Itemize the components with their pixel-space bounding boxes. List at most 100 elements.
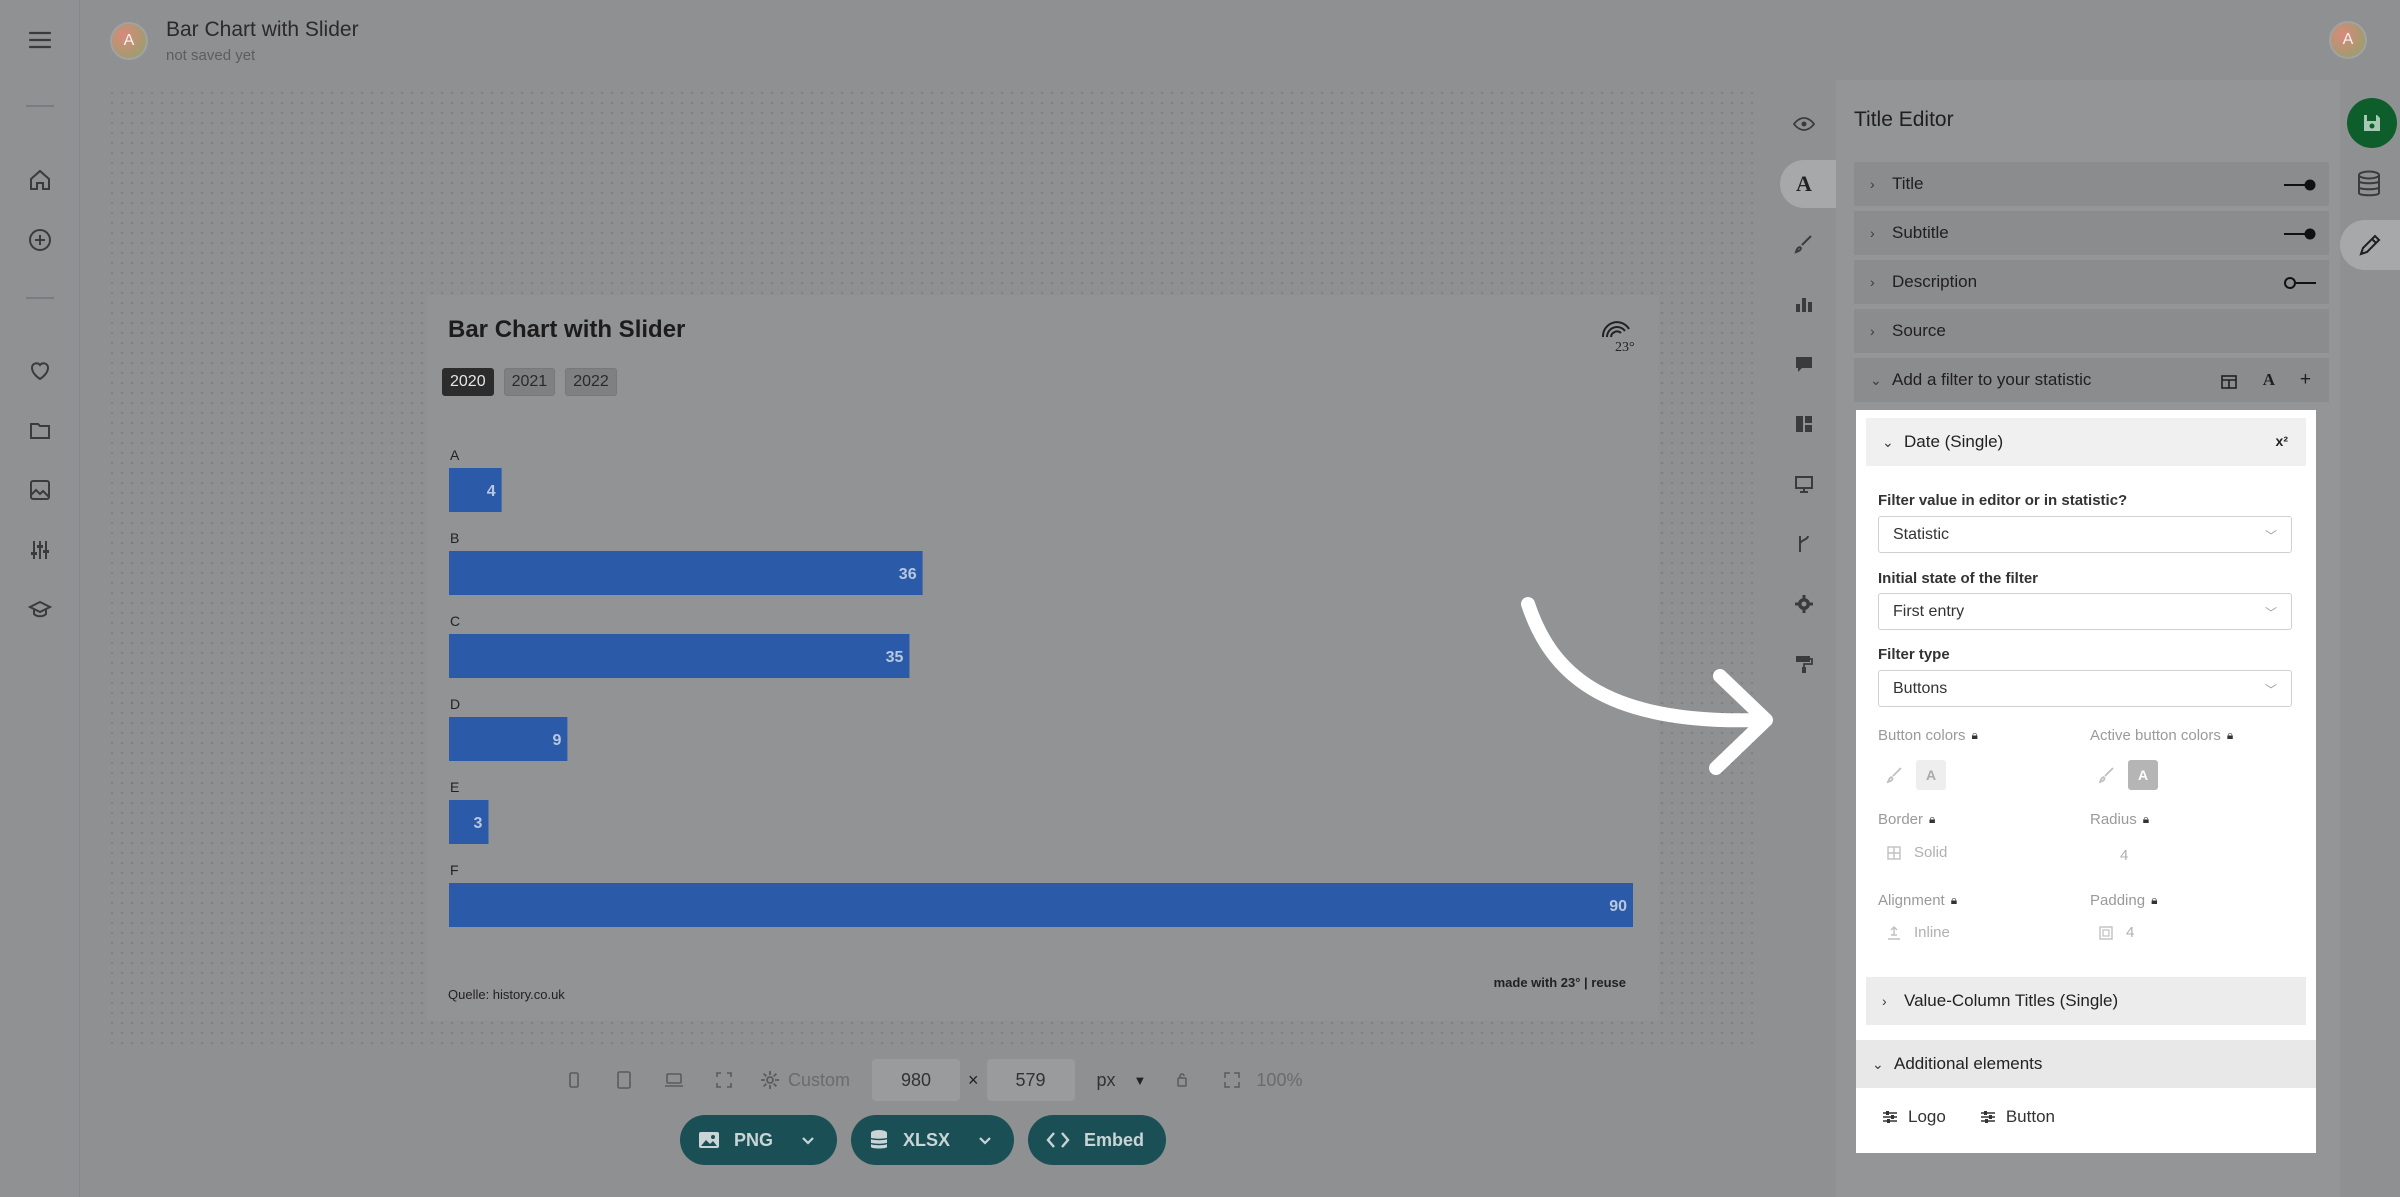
year-button-2022[interactable]: 2022 xyxy=(565,368,617,396)
radius-value[interactable]: 4 xyxy=(2120,847,2128,864)
eye-icon[interactable] xyxy=(1780,100,1828,148)
brush-icon[interactable] xyxy=(1780,220,1828,268)
additional-elements-section[interactable]: ⌄ Additional elements xyxy=(1856,1040,2316,1088)
text-editor-icon[interactable]: A xyxy=(1780,160,1836,208)
embed-button[interactable]: Embed xyxy=(1028,1115,1167,1165)
fit-zoom-icon[interactable] xyxy=(1218,1066,1246,1094)
subtitle-toggle[interactable] xyxy=(2283,228,2317,240)
laptop-icon[interactable] xyxy=(660,1066,688,1094)
close-filter-icon[interactable]: x² xyxy=(2276,433,2288,449)
home-icon[interactable] xyxy=(22,162,58,198)
border-label: Border 🔒︎ xyxy=(1878,811,1935,828)
bar[interactable] xyxy=(449,634,910,678)
button-colors-label: Button colors 🔒︎ xyxy=(1878,727,1978,744)
chevron-right-icon: › xyxy=(1870,274,1875,290)
comment-icon[interactable] xyxy=(1780,340,1828,388)
filter-layout-icon[interactable] xyxy=(2221,374,2237,390)
alignment-text: Alignment xyxy=(1878,892,1945,909)
category-label: D xyxy=(450,696,460,712)
add-icon[interactable] xyxy=(22,222,58,258)
alignment-control[interactable]: Inline xyxy=(1886,924,1950,941)
presentation-icon[interactable] xyxy=(1780,460,1828,508)
filter-location-select[interactable]: Statistic ﹀ xyxy=(1878,516,2292,553)
chevron-down-icon[interactable] xyxy=(978,1130,992,1151)
category-label: A xyxy=(450,447,460,463)
tablet-icon[interactable] xyxy=(610,1066,638,1094)
year-button-2020[interactable]: 2020 xyxy=(442,368,494,396)
export-xlsx-button[interactable]: XLSX xyxy=(851,1115,1015,1165)
database-icon[interactable] xyxy=(2356,170,2382,203)
width-input[interactable]: 980 xyxy=(872,1059,961,1101)
folder-icon[interactable] xyxy=(22,412,58,448)
custom-size-preset[interactable]: Custom xyxy=(760,1070,850,1091)
paint-roller-icon[interactable] xyxy=(1780,640,1828,688)
sliders-icon[interactable] xyxy=(22,532,58,568)
title-section[interactable]: › Title xyxy=(1854,162,2329,208)
document-avatar[interactable]: A xyxy=(110,22,148,60)
filter-text-icon[interactable]: A xyxy=(2263,370,2275,390)
export-png-button[interactable]: PNG xyxy=(680,1115,838,1165)
source-section[interactable]: › Source xyxy=(1854,309,2329,355)
heart-icon[interactable] xyxy=(22,352,58,388)
layout-icon[interactable] xyxy=(1780,400,1828,448)
filter-section[interactable]: ⌄ Add a filter to your statistic A + xyxy=(1854,358,2329,404)
button-color-swatch[interactable]: A xyxy=(1916,760,1946,790)
date-single-header[interactable]: ⌄ Date (Single) x² xyxy=(1866,418,2306,466)
brush-icon[interactable] xyxy=(2098,766,2116,784)
description-section[interactable]: › Description xyxy=(1854,260,2329,306)
chevron-down-icon: ﹀ xyxy=(2264,683,2277,697)
zoom-level: 100% xyxy=(1256,1069,1303,1090)
filter-config-box: ⌄ Date (Single) x² Filter value in edito… xyxy=(1856,410,2316,1153)
bar[interactable] xyxy=(449,800,489,844)
active-button-color-swatch[interactable]: A xyxy=(2128,760,2158,790)
value-column-titles-section[interactable]: › Value-Column Titles (Single) xyxy=(1866,977,2306,1025)
source-section-label: Source xyxy=(1892,321,1946,340)
border-control[interactable]: Solid xyxy=(1886,844,1947,861)
chevron-right-icon: › xyxy=(1870,176,1875,192)
lock-icon: 🔒︎ xyxy=(2142,812,2150,826)
bar[interactable] xyxy=(449,717,568,761)
document-title[interactable]: Bar Chart with Slider xyxy=(166,18,359,42)
lock-ratio-icon[interactable] xyxy=(1168,1066,1196,1094)
title-section-label: Title xyxy=(1892,174,1924,193)
filter-type-label: Filter type xyxy=(1878,646,1950,663)
brush-icon[interactable] xyxy=(1886,766,1904,784)
phone-icon[interactable] xyxy=(560,1066,588,1094)
left-rail xyxy=(0,0,80,1197)
active-button-colors-text: Active button colors xyxy=(2090,727,2221,744)
description-section-label: Description xyxy=(1892,272,1978,291)
chevron-down-icon[interactable] xyxy=(801,1130,815,1151)
padding-control[interactable]: 4 xyxy=(2098,924,2134,941)
menu-icon[interactable] xyxy=(22,22,58,58)
value-column-titles-label: Value-Column Titles (Single) xyxy=(1904,991,2119,1010)
branch-icon[interactable] xyxy=(1780,520,1828,568)
pencil-icon[interactable] xyxy=(2340,220,2400,270)
title-toggle[interactable] xyxy=(2283,179,2317,191)
initial-state-select[interactable]: First entry ﹀ xyxy=(1878,593,2292,630)
image-icon[interactable] xyxy=(22,472,58,508)
unit-dropdown-caret[interactable]: ▼ xyxy=(1134,1073,1147,1088)
settings-gear-icon[interactable] xyxy=(1780,580,1828,628)
chevron-down-icon: ⌄ xyxy=(1872,1055,1884,1072)
bar-chart-icon[interactable] xyxy=(1780,280,1828,328)
lock-icon: 🔒︎ xyxy=(1950,893,1958,907)
fullscreen-icon[interactable] xyxy=(710,1066,738,1094)
button-label: Button xyxy=(2005,1107,2055,1126)
bar[interactable] xyxy=(449,883,1633,927)
save-button[interactable] xyxy=(2347,98,2397,148)
bar[interactable] xyxy=(449,551,923,595)
subtitle-section-label: Subtitle xyxy=(1892,223,1949,242)
height-input[interactable]: 579 xyxy=(986,1059,1075,1101)
filter-section-label: Add a filter to your statistic xyxy=(1892,370,2092,389)
year-button-2021[interactable]: 2021 xyxy=(503,368,556,396)
add-filter-icon[interactable]: + xyxy=(2300,369,2311,391)
made-with-credit[interactable]: made with 23° | reuse xyxy=(1494,975,1626,990)
filter-location-value: Statistic xyxy=(1893,525,1950,543)
graduation-icon[interactable] xyxy=(22,592,58,628)
subtitle-section[interactable]: › Subtitle xyxy=(1854,211,2329,257)
filter-type-select[interactable]: Buttons ﹀ xyxy=(1878,670,2292,707)
user-avatar[interactable]: A xyxy=(2329,21,2367,59)
description-toggle[interactable] xyxy=(2283,277,2317,289)
add-logo-button[interactable]: Logo xyxy=(1882,1107,1946,1127)
add-button-button[interactable]: Button xyxy=(1980,1107,2055,1127)
